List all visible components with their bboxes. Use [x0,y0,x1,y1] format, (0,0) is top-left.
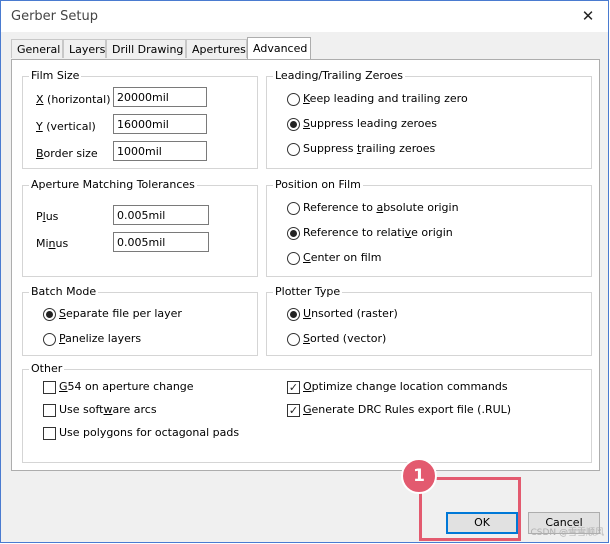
unsorted-label[interactable]: Unsorted (raster) [303,307,398,320]
zeroes-group: Leading/Trailing Zeroes Keep leading and… [266,69,592,169]
minus-label: Minus [36,237,69,250]
aperture-matching-title: Aperture Matching Tolerances [29,178,197,191]
suppress-leading-radio[interactable] [287,118,300,131]
window-title: Gerber Setup [11,9,98,24]
optimize-label[interactable]: Optimize change location commands [303,380,508,393]
x-horizontal-label: X (horizontal) [36,93,111,106]
tab-layers[interactable]: Layers [63,39,106,58]
tab-advanced[interactable]: Advanced [247,37,311,59]
sorted-label[interactable]: Sorted (vector) [303,332,386,345]
y-vertical-label: Y (vertical) [36,120,96,133]
unsorted-radio[interactable] [287,308,300,321]
watermark: CSDN @雪雪顺风 [530,528,604,538]
tab-drill-drawing[interactable]: Drill Drawing [106,39,186,58]
sorted-radio[interactable] [287,333,300,346]
position-title: Position on Film [273,178,363,191]
optimize-checkbox[interactable]: ✓ [287,381,300,394]
position-group: Position on Film Reference to absolute o… [266,178,592,277]
other-group: Other G54 on aperture change Use softwar… [22,362,592,463]
advanced-tab-panel: Film Size X (horizontal) Y (vertical) Bo… [11,59,600,471]
aperture-matching-group: Aperture Matching Tolerances Plus Minus [22,178,258,277]
panelize-radio[interactable] [43,333,56,346]
octagonal-pads-checkbox[interactable] [43,427,56,440]
film-size-group: Film Size X (horizontal) Y (vertical) Bo… [22,69,258,169]
other-title: Other [29,362,65,375]
border-size-label: Border size [36,147,98,160]
plus-input[interactable] [113,205,209,225]
absolute-origin-label[interactable]: Reference to absolute origin [303,201,459,214]
center-on-film-radio[interactable] [287,252,300,265]
separate-file-radio[interactable] [43,308,56,321]
panelize-label[interactable]: Panelize layers [59,332,141,345]
close-icon[interactable]: ✕ [574,4,602,28]
absolute-origin-radio[interactable] [287,202,300,215]
drc-rules-checkbox[interactable]: ✓ [287,404,300,417]
software-arcs-checkbox[interactable] [43,404,56,417]
gerber-setup-window: Gerber Setup ✕ General Layers Drill Draw… [0,0,609,543]
g54-checkbox[interactable] [43,381,56,394]
plotter-type-group: Plotter Type Unsorted (raster) Sorted (v… [266,285,592,356]
octagonal-pads-label[interactable]: Use polygons for octagonal pads [59,426,239,439]
film-size-title: Film Size [29,69,82,82]
drc-rules-label[interactable]: Generate DRC Rules export file (.RUL) [303,403,511,416]
annotation-step-badge: 1 [401,458,437,494]
zeroes-title: Leading/Trailing Zeroes [273,69,405,82]
suppress-trailing-radio[interactable] [287,143,300,156]
tab-apertures[interactable]: Apertures [186,39,247,58]
minus-input[interactable] [113,232,209,252]
g54-label[interactable]: G54 on aperture change [59,380,194,393]
center-on-film-label[interactable]: Center on film [303,251,381,264]
plus-label: Plus [36,210,59,223]
plotter-type-title: Plotter Type [273,285,343,298]
keep-zeroes-label[interactable]: Keep leading and trailing zero [303,92,468,105]
batch-mode-title: Batch Mode [29,285,99,298]
batch-mode-group: Batch Mode Separate file per layer Panel… [22,285,258,356]
suppress-trailing-label[interactable]: Suppress trailing zeroes [303,142,435,155]
tab-general[interactable]: General [11,39,63,58]
keep-zeroes-radio[interactable] [287,93,300,106]
separate-file-label[interactable]: Separate file per layer [59,307,182,320]
x-horizontal-input[interactable] [113,87,207,107]
relative-origin-radio[interactable] [287,227,300,240]
relative-origin-label[interactable]: Reference to relative origin [303,226,453,239]
y-vertical-input[interactable] [113,114,207,134]
title-bar[interactable]: Gerber Setup ✕ [1,1,608,32]
border-size-input[interactable] [113,141,207,161]
software-arcs-label[interactable]: Use software arcs [59,403,157,416]
annotation-highlight-box [419,477,521,541]
suppress-leading-label[interactable]: Suppress leading zeroes [303,117,437,130]
